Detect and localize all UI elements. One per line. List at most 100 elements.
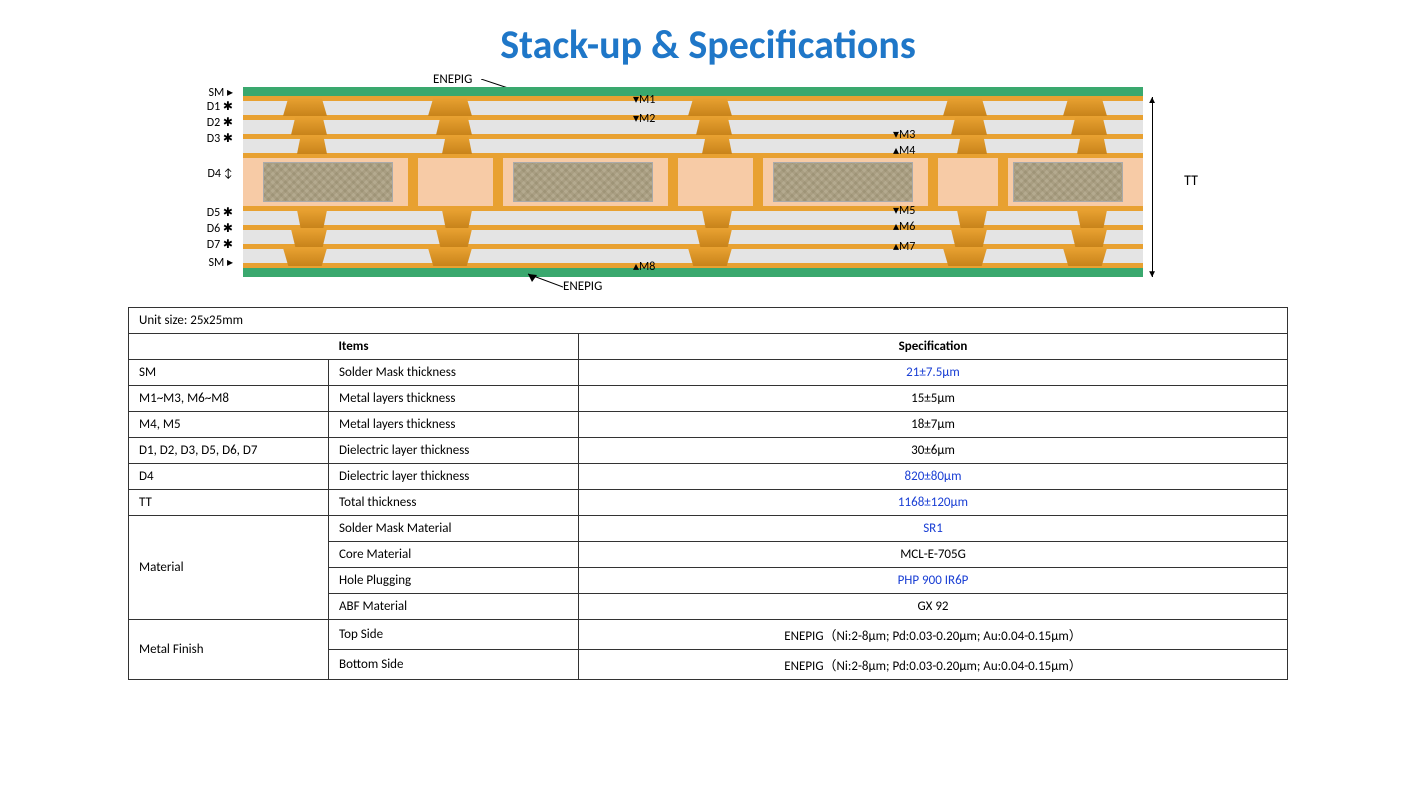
cell: Total thickness [329, 490, 579, 516]
cell: GX 92 [579, 594, 1288, 620]
cell: ENEPIG（Ni:2-8μm; Pd:0.03-0.20μm; Au:0.04… [579, 620, 1288, 650]
micro-via [951, 117, 987, 135]
m6-label: ▴M6 [893, 219, 915, 234]
cell: ABF Material [329, 594, 579, 620]
metal-m4 [243, 153, 1143, 158]
pth-via [998, 155, 1008, 209]
m1-label: ▾M1 [633, 92, 655, 107]
arrow-up-icon: ▲ [1147, 93, 1157, 106]
metal-m6 [243, 225, 1143, 230]
table-row: D4 Dielectric layer thickness 820±80μm [129, 464, 1288, 490]
table-row: SM Solder Mask thickness 21±7.5μm [129, 360, 1288, 386]
items-header: Items [129, 334, 579, 360]
cell: TT [129, 490, 329, 516]
m5-label: ▾M5 [893, 203, 915, 218]
micro-via [688, 98, 732, 116]
micro-via [436, 117, 472, 135]
micro-via [702, 210, 732, 228]
cell: Metal layers thickness [329, 386, 579, 412]
micro-via [442, 136, 472, 154]
core-texture [513, 162, 653, 202]
unit-size-cell: Unit size: 25x25mm [129, 308, 1288, 334]
cell: D4 [129, 464, 329, 490]
table-row: Metal Finish Top Side ENEPIG（Ni:2-8μm; P… [129, 620, 1288, 650]
micro-via [1077, 210, 1107, 228]
cell: Material [129, 516, 329, 620]
layer-stack: ▾M1 ▾M2 ▾M3 ▴M4 ▾M5 ▴M6 ▴M7 ▴M8 ▲ ▼ [243, 87, 1143, 277]
spec-header: Specification [579, 334, 1288, 360]
unit-size-row: Unit size: 25x25mm [129, 308, 1288, 334]
m8-label: ▴M8 [633, 259, 655, 274]
cell: M1~M3, M6~M8 [129, 386, 329, 412]
page-title: Stack-up & Specifications [0, 0, 1416, 77]
micro-via [291, 117, 327, 135]
tt-dimension-line [1152, 97, 1153, 277]
m3-label: ▾M3 [893, 127, 915, 142]
enepig-bot-label: ENEPIG [563, 279, 602, 294]
table-row: TT Total thickness 1168±120μm [129, 490, 1288, 516]
spec-table: Unit size: 25x25mm Items Specification S… [128, 307, 1288, 680]
metal-m3 [243, 134, 1143, 139]
core-texture [263, 162, 393, 202]
d4-label: D4 ↕ [163, 167, 233, 181]
m7-label: ▴M7 [893, 239, 915, 254]
micro-via [957, 136, 987, 154]
micro-via [696, 117, 732, 135]
micro-via [1063, 248, 1107, 266]
tt-label: TT [1184, 172, 1198, 189]
cell: 1168±120μm [579, 490, 1288, 516]
micro-via [696, 229, 732, 247]
micro-via [297, 210, 327, 228]
sm-top-label: SM ▸ [163, 85, 233, 100]
sm-bot-label: SM ▸ [163, 255, 233, 270]
cell: 15±5μm [579, 386, 1288, 412]
soldermask-bottom [243, 267, 1143, 277]
d3-label: D3 ✱ [163, 131, 233, 146]
d6-label: D6 ✱ [163, 221, 233, 236]
table-row: D1, D2, D3, D5, D6, D7 Dielectric layer … [129, 438, 1288, 464]
stackup-diagram: ENEPIG [163, 77, 1253, 297]
micro-via [283, 98, 327, 116]
micro-via [1071, 117, 1107, 135]
pth-via [928, 155, 938, 209]
table-row: M1~M3, M6~M8 Metal layers thickness 15±5… [129, 386, 1288, 412]
micro-via [943, 248, 987, 266]
enepig-top-label: ENEPIG [433, 72, 472, 87]
cell: Dielectric layer thickness [329, 438, 579, 464]
cell: 18±7μm [579, 412, 1288, 438]
d1-label: D1 ✱ [163, 99, 233, 114]
header-row: Items Specification [129, 334, 1288, 360]
cell: MCL-E-705G [579, 542, 1288, 568]
micro-via [951, 229, 987, 247]
cell: Bottom Side [329, 650, 579, 680]
cell: 30±6μm [579, 438, 1288, 464]
metal-m5 [243, 206, 1143, 211]
micro-via [943, 98, 987, 116]
micro-via [428, 98, 472, 116]
cell: D1, D2, D3, D5, D6, D7 [129, 438, 329, 464]
micro-via [436, 229, 472, 247]
cell: Top Side [329, 620, 579, 650]
micro-via [442, 210, 472, 228]
cell: SM [129, 360, 329, 386]
core-texture [773, 162, 913, 202]
micro-via [1063, 98, 1107, 116]
micro-via [291, 229, 327, 247]
cell: PHP 900 IR6P [579, 568, 1288, 594]
cell: Hole Plugging [329, 568, 579, 594]
cell: ENEPIG（Ni:2-8μm; Pd:0.03-0.20μm; Au:0.04… [579, 650, 1288, 680]
core-texture [1013, 162, 1123, 202]
pth-via [753, 155, 763, 209]
pth-via [408, 155, 418, 209]
cell: Dielectric layer thickness [329, 464, 579, 490]
micro-via [1071, 229, 1107, 247]
m4-label: ▴M4 [893, 143, 915, 158]
cell: M4, M5 [129, 412, 329, 438]
micro-via [688, 248, 732, 266]
cell: Solder Mask thickness [329, 360, 579, 386]
cell: Metal layers thickness [329, 412, 579, 438]
table-row: M4, M5 Metal layers thickness 18±7μm [129, 412, 1288, 438]
cell: 21±7.5μm [579, 360, 1288, 386]
arrow-icon [523, 272, 563, 290]
cell: Core Material [329, 542, 579, 568]
